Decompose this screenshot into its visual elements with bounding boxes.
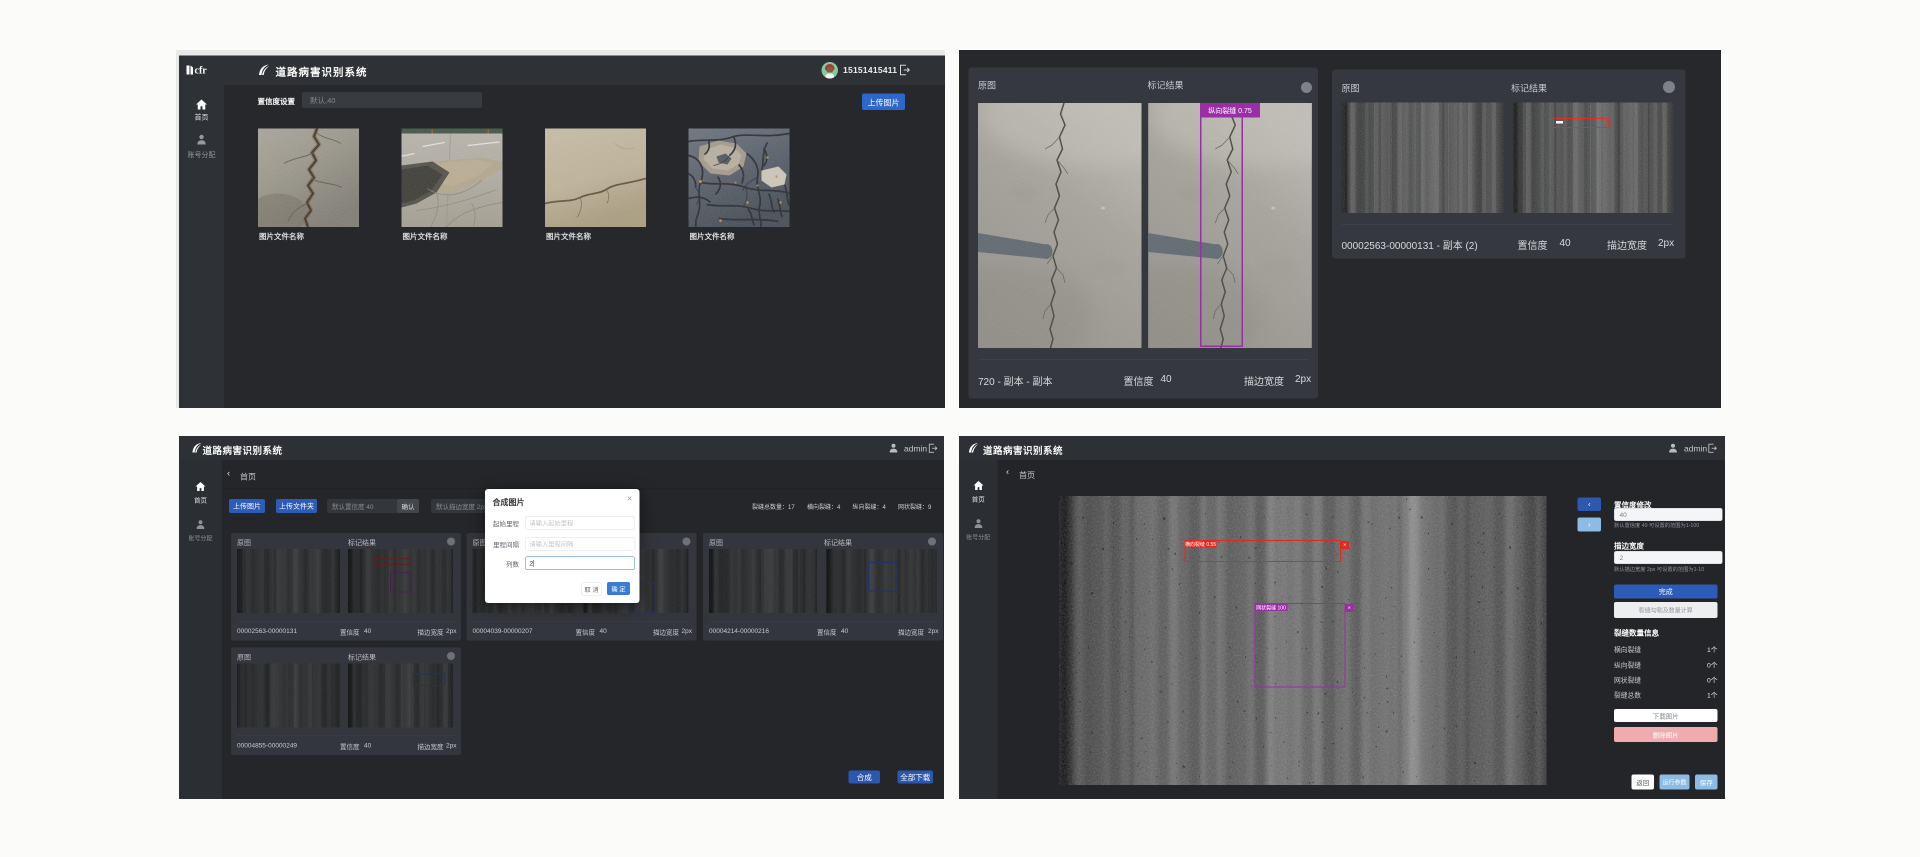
svg-text:cfr: cfr xyxy=(195,66,208,76)
